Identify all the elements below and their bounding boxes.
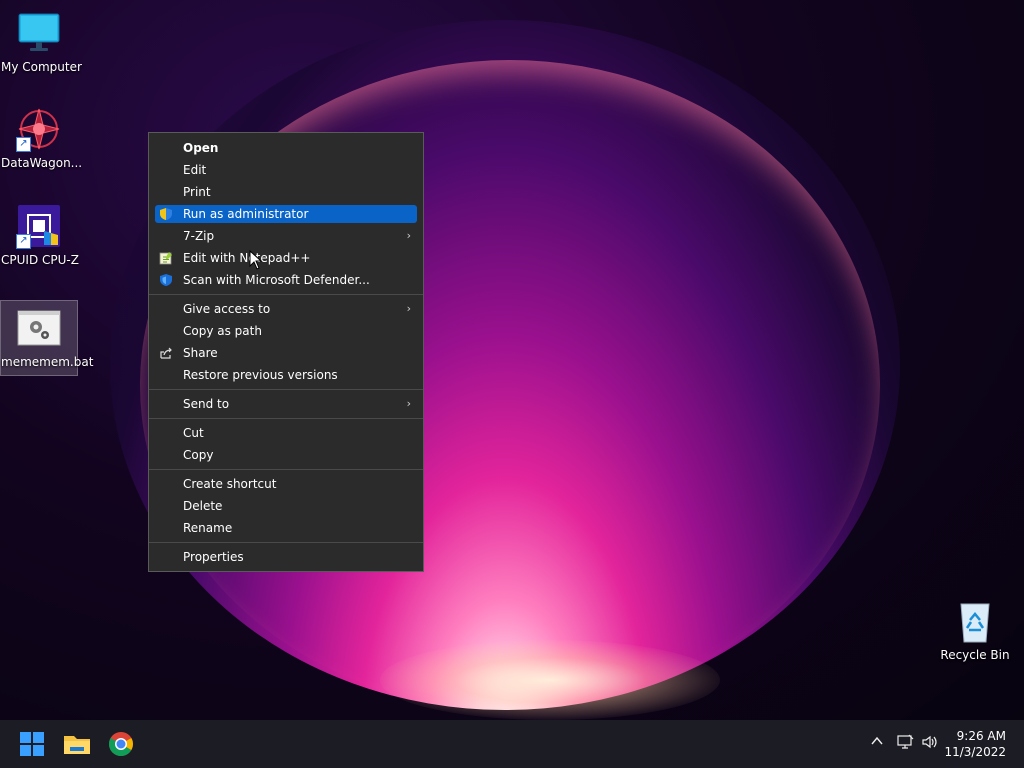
chrome-button[interactable] (105, 728, 137, 760)
menu-item-copy[interactable]: Copy (155, 446, 417, 464)
menu-separator (149, 389, 423, 390)
menu-item-edit-with-notepadpp[interactable]: Edit with Notepad++ (155, 249, 417, 267)
menu-item-label: Rename (183, 521, 233, 535)
start-button[interactable] (16, 728, 48, 760)
shortcut-arrow-icon: ↗ (16, 234, 31, 249)
menu-item-restore-previous-versions[interactable]: Restore previous versions (155, 366, 417, 384)
share-icon (159, 346, 173, 360)
desktop-icon-label: CPUID CPU-Z (1, 253, 79, 267)
datawagon-logo-icon: ↗ (16, 106, 62, 152)
menu-item-label: Send to (183, 397, 230, 411)
menu-item-label: Edit (183, 163, 207, 177)
desktop-icon-label: My Computer (1, 60, 82, 74)
monitor-icon (16, 10, 62, 56)
menu-item-label: Copy as path (183, 324, 262, 338)
network-button[interactable] (896, 734, 914, 753)
volume-button[interactable] (921, 734, 939, 753)
context-menu: Open Edit Print Run as administrator 7-Z… (148, 132, 424, 572)
chevron-right-icon: › (406, 397, 411, 410)
menu-item-label: 7-Zip (183, 229, 215, 243)
system-clock[interactable]: 9:26 AM 11/3/2022 (944, 728, 1006, 760)
clock-date: 11/3/2022 (944, 745, 1006, 759)
menu-separator (149, 542, 423, 543)
taskbar: 9:26 AM 11/3/2022 (0, 720, 1024, 768)
menu-item-label: Copy (183, 448, 214, 462)
wallpaper-glare (380, 640, 720, 720)
menu-item-label: Give access to (183, 302, 271, 316)
batch-file-gear-icon (16, 305, 62, 351)
menu-item-label: Cut (183, 426, 204, 440)
menu-item-cut[interactable]: Cut (155, 424, 417, 442)
menu-item-label: Delete (183, 499, 223, 513)
menu-item-label: Restore previous versions (183, 368, 338, 382)
desktop-icon-my-computer[interactable]: My Computer (1, 10, 82, 74)
desktop-icon-recycle-bin[interactable]: Recycle Bin (937, 598, 1013, 662)
recycle-bin-icon (952, 598, 998, 644)
chevron-right-icon: › (406, 229, 411, 242)
desktop-icon-datawagon[interactable]: ↗ DataWagon... (1, 106, 83, 170)
menu-item-delete[interactable]: Delete (155, 497, 417, 515)
menu-item-give-access-to[interactable]: Give access to › (155, 300, 417, 318)
menu-item-label: Properties (183, 550, 244, 564)
menu-item-run-as-administrator[interactable]: Run as administrator (155, 205, 417, 223)
notepadpp-icon (159, 251, 173, 265)
menu-item-properties[interactable]: Properties (155, 548, 417, 566)
menu-item-label: Edit with Notepad++ (183, 251, 311, 265)
menu-item-label: Open (183, 141, 219, 155)
menu-separator (149, 469, 423, 470)
menu-item-label: Print (183, 185, 211, 199)
menu-item-scan-defender[interactable]: Scan with Microsoft Defender... (155, 271, 417, 289)
menu-item-open[interactable]: Open (155, 139, 417, 157)
menu-item-copy-as-path[interactable]: Copy as path (155, 322, 417, 340)
menu-item-create-shortcut[interactable]: Create shortcut (155, 475, 417, 493)
chevron-up-icon (870, 736, 884, 751)
menu-separator (149, 418, 423, 419)
speaker-icon (921, 735, 939, 753)
menu-item-send-to[interactable]: Send to › (155, 395, 417, 413)
desktop-icon-label: mememem.bat (1, 355, 94, 369)
menu-item-label: Run as administrator (183, 207, 309, 221)
defender-shield-icon (159, 273, 173, 287)
windows-logo-icon (16, 732, 48, 763)
menu-item-label: Share (183, 346, 218, 360)
menu-item-rename[interactable]: Rename (155, 519, 417, 537)
desktop-icon-cpuz[interactable]: ↗ CPUID CPU-Z (1, 203, 79, 267)
chevron-right-icon: › (406, 302, 411, 315)
folder-icon (61, 736, 93, 763)
desktop-icon-bat-file[interactable]: mememem.bat (0, 300, 94, 376)
uac-shield-icon (159, 207, 173, 221)
show-hidden-icons-button[interactable] (870, 734, 884, 751)
menu-separator (149, 294, 423, 295)
menu-item-edit[interactable]: Edit (155, 161, 417, 179)
desktop-icon-label: Recycle Bin (940, 648, 1010, 662)
menu-item-label: Create shortcut (183, 477, 277, 491)
menu-item-7zip[interactable]: 7-Zip › (155, 227, 417, 245)
shortcut-arrow-icon: ↗ (16, 137, 31, 152)
file-explorer-button[interactable] (61, 728, 93, 760)
cpuz-icon: ↗ (16, 203, 62, 249)
network-icon (896, 734, 914, 753)
desktop-icon-label: DataWagon... (1, 156, 83, 170)
clock-time: 9:26 AM (956, 729, 1006, 743)
mouse-pointer-icon (249, 249, 263, 270)
menu-item-label: Scan with Microsoft Defender... (183, 273, 370, 287)
menu-item-print[interactable]: Print (155, 183, 417, 201)
menu-item-share[interactable]: Share (155, 344, 417, 362)
chrome-icon (105, 732, 137, 763)
